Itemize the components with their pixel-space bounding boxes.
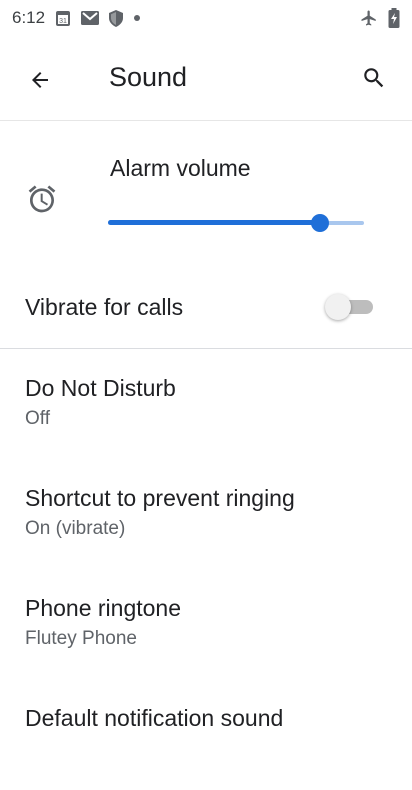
vibrate-for-calls-label: Vibrate for calls	[25, 294, 184, 320]
vibrate-toggle[interactable]	[325, 294, 373, 320]
airplane-mode-icon	[360, 9, 378, 27]
gmail-icon	[81, 11, 100, 25]
back-button[interactable]	[16, 62, 64, 98]
status-bar-left: 6:12 31	[12, 8, 141, 28]
status-time: 6:12	[12, 8, 46, 27]
toggle-thumb	[325, 294, 351, 320]
default-notification-sound-setting[interactable]: Default notification sound	[0, 680, 412, 790]
shortcut-prevent-ringing-setting[interactable]: Shortcut to prevent ringing On (vibrate)	[0, 460, 412, 570]
slider-fill	[108, 220, 321, 225]
calendar-icon: 31	[55, 9, 71, 27]
alarm-volume-slider[interactable]	[108, 213, 364, 233]
setting-subtitle: Off	[25, 408, 50, 429]
setting-title: Phone ringtone	[25, 595, 182, 621]
battery-icon	[388, 8, 400, 28]
setting-subtitle: Flutey Phone	[25, 628, 137, 649]
status-bar-right	[360, 8, 400, 28]
status-bar: 6:12 31	[0, 0, 412, 36]
search-icon	[364, 68, 384, 88]
setting-subtitle: On (vibrate)	[25, 518, 126, 539]
app-bar: Sound	[0, 36, 412, 121]
vibrate-for-calls-setting[interactable]: Vibrate for calls	[0, 266, 412, 349]
back-arrow-icon	[32, 72, 48, 88]
slider-thumb[interactable]	[311, 214, 330, 232]
do-not-disturb-setting[interactable]: Do Not Disturb Off	[0, 350, 412, 460]
shield-icon	[109, 9, 124, 27]
setting-title: Shortcut to prevent ringing	[25, 485, 295, 511]
alarm-volume-label: Alarm volume	[110, 155, 251, 181]
alarm-volume-setting: Alarm volume	[0, 121, 412, 266]
setting-title: Default notification sound	[25, 705, 284, 731]
phone-ringtone-setting[interactable]: Phone ringtone Flutey Phone	[0, 570, 412, 680]
setting-title: Do Not Disturb	[25, 375, 176, 401]
svg-text:31: 31	[59, 18, 67, 25]
page-title: Sound	[109, 62, 188, 92]
search-button[interactable]	[354, 60, 394, 96]
dot-icon	[133, 14, 141, 22]
alarm-clock-icon	[26, 183, 58, 215]
